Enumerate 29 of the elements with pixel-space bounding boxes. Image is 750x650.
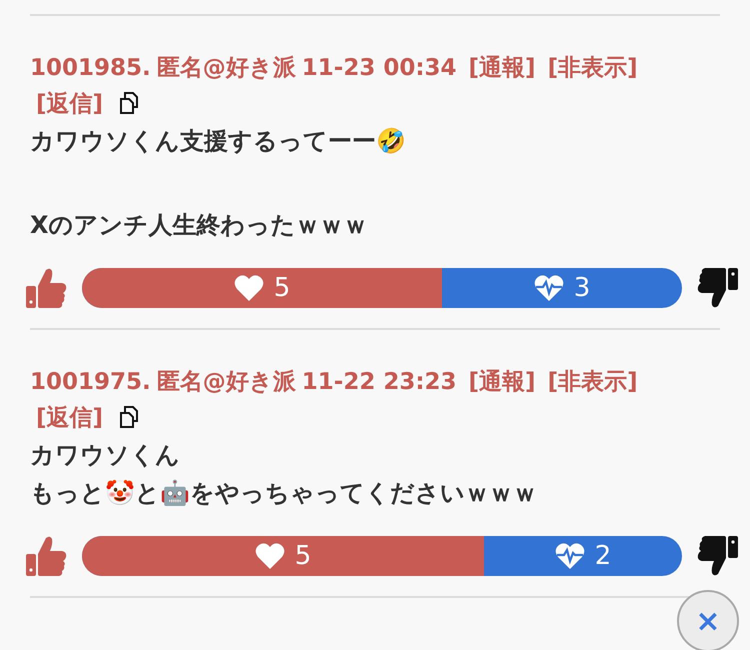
close-button[interactable]: × — [677, 590, 739, 650]
post-time: 11-23 00:34 — [302, 55, 457, 81]
post-time: 11-22 23:23 — [302, 369, 457, 395]
author-name: 匿名@好き派 — [156, 369, 296, 395]
post-text: Xのアンチ人生終わったｗｗｗ — [30, 210, 368, 241]
action-link[interactable]: [返信] — [36, 405, 104, 431]
dislike-count: 2 — [594, 541, 612, 571]
thumbs-down-icon[interactable] — [696, 266, 740, 310]
thumbs-up-icon[interactable] — [24, 534, 68, 578]
action-link[interactable]: [通報] — [468, 369, 536, 395]
heart-icon — [234, 274, 264, 302]
action-link[interactable]: [非表示] — [548, 369, 638, 395]
post-text: カワウソくん支援するってーー🤣 — [30, 126, 406, 157]
post-number: 1001975. — [30, 369, 151, 395]
heartbeat-icon — [554, 542, 585, 570]
post-text: もっと🤡と🤖をやっちゃってくださいｗｗｗ — [30, 478, 537, 509]
heart-icon — [254, 542, 285, 570]
like-count: 5 — [274, 273, 290, 303]
action-link[interactable]: [返信] — [36, 91, 104, 117]
heartbeat-icon — [534, 274, 564, 302]
author-name: 匿名@好き派 — [156, 55, 296, 81]
action-link[interactable]: [非表示] — [548, 55, 638, 81]
thumbs-up-icon[interactable] — [24, 266, 68, 310]
like-count: 5 — [294, 541, 312, 571]
post-text: カワウソくん — [30, 440, 180, 471]
action-link[interactable]: [通報] — [468, 55, 536, 81]
dislike-count: 3 — [574, 273, 590, 303]
thumbs-down-icon[interactable] — [696, 534, 740, 578]
post-number: 1001985. — [30, 55, 151, 81]
